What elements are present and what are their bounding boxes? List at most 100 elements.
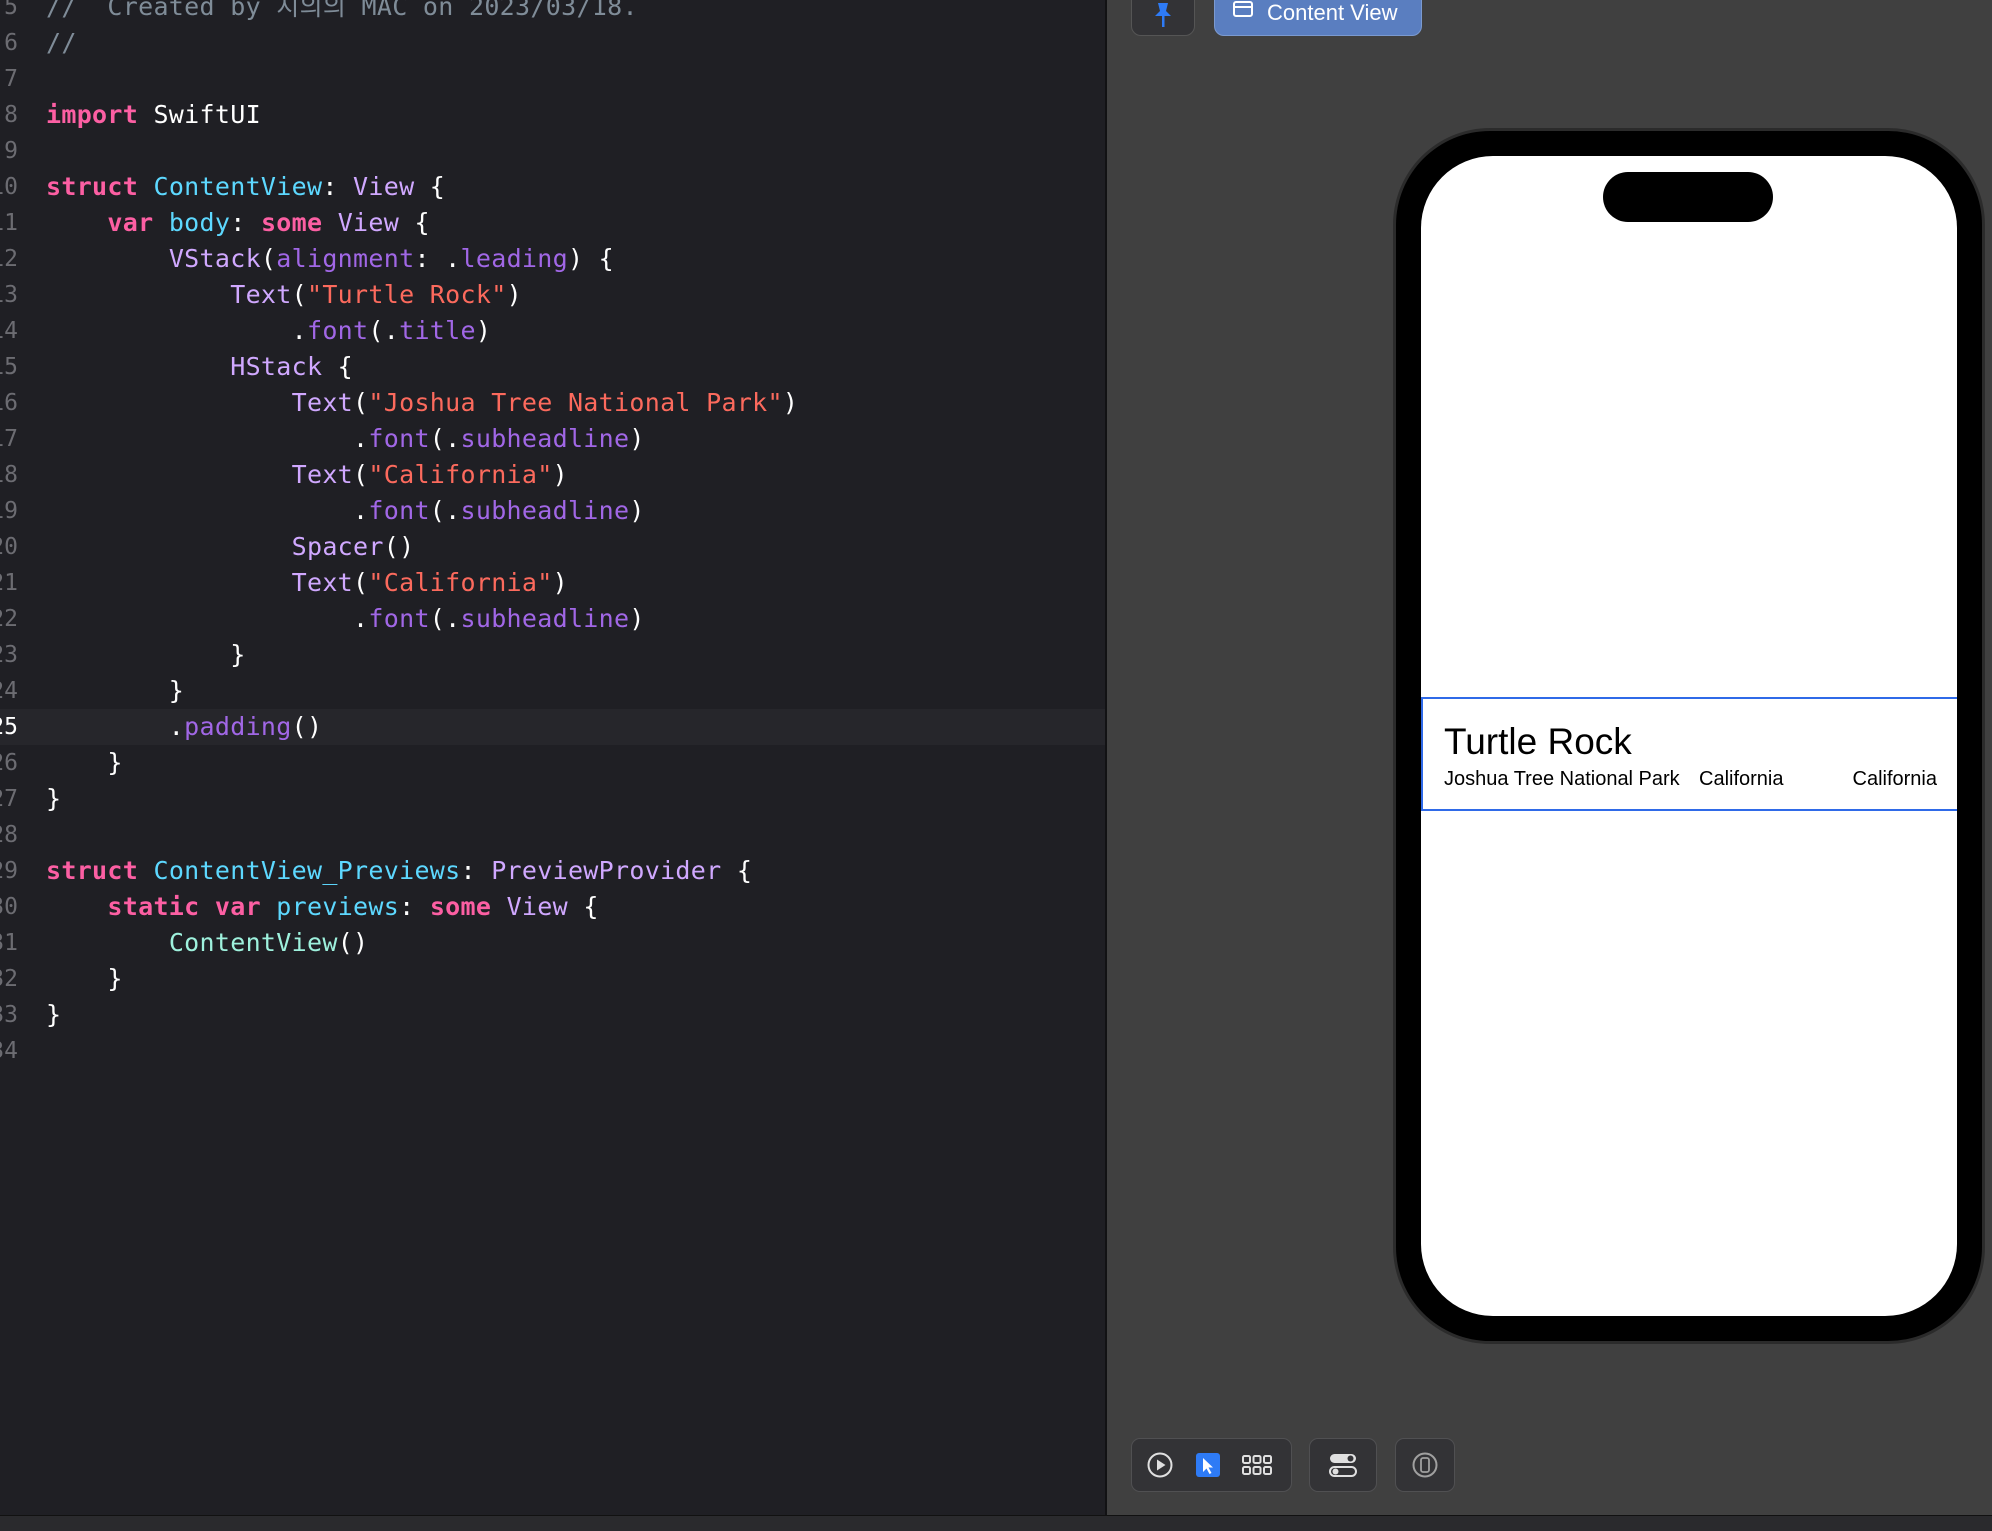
line-number: 34 <box>0 1038 18 1064</box>
code-token: ( <box>353 388 369 417</box>
line-number: 33 <box>0 1002 18 1028</box>
code-token: "Turtle Rock" <box>306 280 507 309</box>
line-number: 12 <box>0 246 18 272</box>
code-token: alignment <box>276 244 415 273</box>
code-token: { <box>567 892 599 921</box>
code-line[interactable]: 28 <box>0 817 1105 853</box>
line-code: var body: some View { <box>46 205 430 241</box>
device-button[interactable] <box>1411 1451 1439 1479</box>
line-code: .font(.title) <box>46 313 491 349</box>
line-number: 6 <box>4 30 18 56</box>
code-line[interactable]: 22 .font(.subheadline) <box>0 601 1105 637</box>
code-line[interactable]: 16 Text("Joshua Tree National Park") <box>0 385 1105 421</box>
dynamic-island <box>1603 172 1773 222</box>
grid-variants-icon <box>1242 1455 1272 1475</box>
tab-content-view-label: Content View <box>1267 0 1398 25</box>
line-code: struct ContentView_Previews: PreviewProv… <box>46 853 752 889</box>
code-token: (. <box>368 316 400 345</box>
code-line[interactable]: 10 struct ContentView: View { <box>0 169 1105 205</box>
code-token: some <box>429 892 492 921</box>
code-line[interactable]: 32 } <box>0 961 1105 997</box>
code-line[interactable]: 24 } <box>0 673 1105 709</box>
line-code: Text("Joshua Tree National Park") <box>46 385 798 421</box>
code-line[interactable]: 34 <box>0 1033 1105 1069</box>
line-code: .font(.subheadline) <box>46 493 645 529</box>
code-token: Text <box>230 280 292 309</box>
code-line[interactable]: 7 <box>0 61 1105 97</box>
code-token: static <box>107 892 200 921</box>
code-token: ) <box>629 424 645 453</box>
code-token: body <box>168 208 231 237</box>
code-line[interactable]: 8 import SwiftUI <box>0 97 1105 133</box>
code-line[interactable]: 19 .font(.subheadline) <box>0 493 1105 529</box>
code-line[interactable]: 17 .font(.subheadline) <box>0 421 1105 457</box>
code-token: { <box>399 208 430 237</box>
code-token: HStack <box>230 352 323 381</box>
preview-state-trailing: California <box>1852 768 1937 790</box>
code-line[interactable]: 26 } <box>0 745 1105 781</box>
line-code: Text("California") <box>46 457 568 493</box>
code-line[interactable]: 5 // Created by 지의의 MAC on 2023/03/18. <box>0 0 1105 25</box>
code-editor[interactable]: 5 // Created by 지의의 MAC on 2023/03/18. 6 //… <box>0 0 1105 1515</box>
code-line[interactable]: 20 Spacer() <box>0 529 1105 565</box>
pin-preview-button[interactable] <box>1131 0 1195 36</box>
variants-button[interactable] <box>1242 1451 1272 1479</box>
code-token: subheadline <box>460 424 630 453</box>
line-code: ContentView() <box>46 925 368 961</box>
device-group <box>1395 1438 1455 1492</box>
live-preview-button[interactable] <box>1146 1451 1174 1479</box>
code-line[interactable]: 18 Text("California") <box>0 457 1105 493</box>
code-token: // <box>46 28 77 57</box>
code-token: (. <box>429 604 461 633</box>
selectable-mode-button[interactable] <box>1194 1451 1222 1479</box>
code-token: subheadline <box>460 604 630 633</box>
line-number: 31 <box>0 930 18 956</box>
code-line[interactable]: 14 .font(.title) <box>0 313 1105 349</box>
line-code: } <box>46 961 123 997</box>
code-line[interactable]: 6 // <box>0 25 1105 61</box>
code-line[interactable]: 15 HStack { <box>0 349 1105 385</box>
code-line[interactable]: 23 } <box>0 637 1105 673</box>
line-code: import SwiftUI <box>46 97 261 133</box>
device-settings-button[interactable] <box>1329 1451 1357 1479</box>
code-token: "California" <box>368 568 553 597</box>
code-line[interactable]: 27} <box>0 781 1105 817</box>
tab-content-view[interactable]: Content View <box>1214 0 1422 36</box>
code-line[interactable]: 12 VStack(alignment: .leading) { <box>0 241 1105 277</box>
code-line[interactable]: 9 <box>0 133 1105 169</box>
code-token: ( <box>291 280 307 309</box>
code-token: . <box>46 496 369 525</box>
code-line[interactable]: 31 ContentView() <box>0 925 1105 961</box>
code-line[interactable]: 33} <box>0 997 1105 1033</box>
code-token: { <box>721 856 753 885</box>
line-number: 32 <box>0 966 18 992</box>
code-line[interactable]: 11 var body: some View { <box>0 205 1105 241</box>
code-line[interactable]: 29 struct ContentView_Previews: PreviewPr… <box>0 853 1105 889</box>
line-number: 17 <box>0 426 18 452</box>
code-token: . <box>46 604 369 633</box>
selected-vstack[interactable]: Turtle Rock Joshua Tree National Park Ca… <box>1421 697 1957 811</box>
line-number: 24 <box>0 678 18 704</box>
code-line[interactable]: 25 .padding() <box>0 709 1105 745</box>
code-token: View <box>506 892 568 921</box>
preview-state: California <box>1699 768 1784 790</box>
code-token: some <box>260 208 323 237</box>
line-number: 14 <box>0 318 18 344</box>
line-code: // Created by 지의의 MAC on 2023/03/18. <box>46 0 638 25</box>
code-token: ContentView <box>168 928 338 957</box>
code-line[interactable]: 30 static var previews: some View { <box>0 889 1105 925</box>
line-code: } <box>46 781 61 817</box>
code-token: : <box>230 208 261 237</box>
line-code: Text("Turtle Rock") <box>46 277 522 313</box>
code-line[interactable]: 13 Text("Turtle Rock") <box>0 277 1105 313</box>
code-line[interactable]: 21 Text("California") <box>0 565 1105 601</box>
line-number: 25 <box>0 714 18 740</box>
